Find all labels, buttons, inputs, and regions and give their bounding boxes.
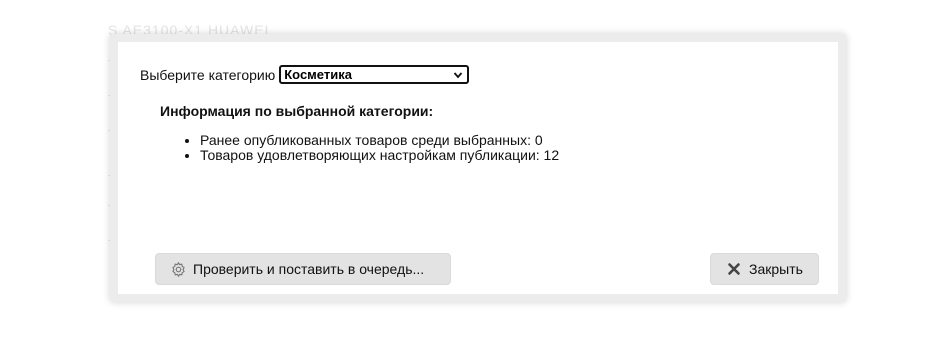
category-label: Выберите категорию xyxy=(140,66,276,83)
close-icon xyxy=(725,260,743,278)
info-title: Информация по выбранной категории: xyxy=(160,103,434,119)
category-row: Выберите категорию Косметика xyxy=(140,65,470,84)
info-item-published: Ранее опубликованных товаров среди выбра… xyxy=(200,133,559,148)
publish-dialog: Выберите категорию Косметика Информация … xyxy=(110,34,846,302)
check-button-label: Проверить и поставить в очередь... xyxy=(193,261,425,277)
close-button-label: Закрыть xyxy=(749,261,803,277)
check-and-queue-button[interactable]: Проверить и поставить в очередь... xyxy=(155,253,451,285)
category-info: Информация по выбранной категории: Ранее… xyxy=(160,103,559,163)
dialog-content: Выберите категорию Косметика Информация … xyxy=(118,42,838,294)
gear-icon xyxy=(169,260,187,278)
info-list: Ранее опубликованных товаров среди выбра… xyxy=(160,133,559,163)
chevron-down-icon xyxy=(454,71,463,78)
category-select[interactable]: Косметика xyxy=(279,65,470,84)
info-item-eligible: Товаров удовлетворяющих настройкам публи… xyxy=(200,148,559,163)
category-select-value: Косметика xyxy=(284,67,352,82)
close-button[interactable]: Закрыть xyxy=(710,253,819,285)
